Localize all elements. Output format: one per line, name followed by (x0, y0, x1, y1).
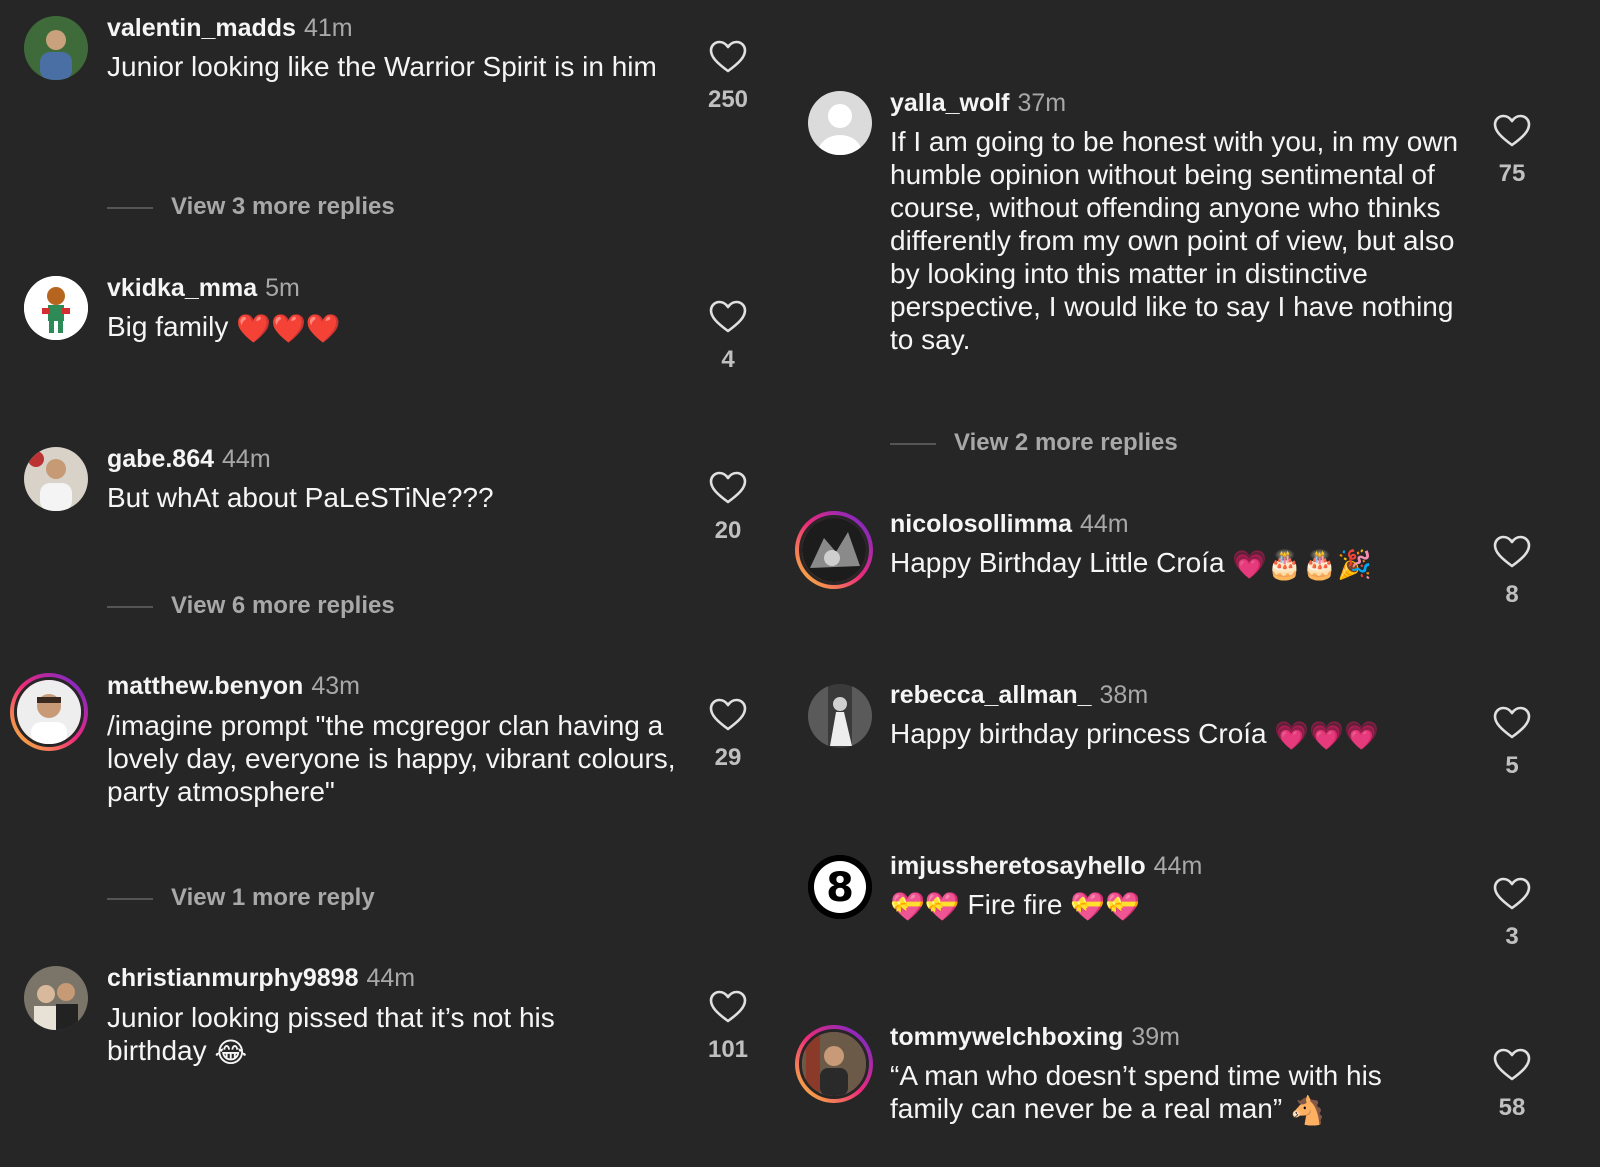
comment-text: If I am going to be honest with you, in … (890, 126, 1459, 355)
emoji-red-hearts: ❤️❤️❤️ (236, 313, 341, 345)
avatar[interactable] (24, 447, 88, 511)
like-count: 58 (1498, 1094, 1526, 1121)
like-button[interactable]: 20 (698, 471, 758, 545)
heart-outline-icon[interactable] (1493, 877, 1531, 911)
emoji-gift-hearts: 💝💝 (890, 891, 960, 923)
svg-text:8: 8 (826, 865, 854, 911)
heart-outline-icon[interactable] (709, 990, 747, 1024)
like-count: 3 (1505, 923, 1519, 950)
like-count: 101 (707, 1036, 749, 1063)
comment-time: 38m (1099, 681, 1149, 709)
like-button[interactable]: 8 (1482, 535, 1542, 609)
view-replies-label: View 3 more replies (171, 193, 395, 220)
like-count: 75 (1498, 160, 1526, 187)
comment-time: 44m (1079, 510, 1129, 538)
replies-divider (107, 897, 153, 900)
like-button[interactable]: 75 (1482, 114, 1542, 188)
username[interactable]: nicolosollimma (890, 510, 1072, 538)
comment-time: 37m (1017, 89, 1067, 117)
comment-text: /imagine prompt "the mcgregor clan havin… (107, 710, 676, 807)
comment-time: 44m (222, 445, 271, 473)
view-replies-button[interactable]: View 3 more replies (107, 193, 395, 221)
emoji-pink-hearts: 💗💗💗 (1274, 720, 1379, 752)
username[interactable]: rebecca_allman_ (890, 681, 1092, 709)
username[interactable]: vkidka_mma (107, 274, 257, 302)
username[interactable]: christianmurphy9898 (107, 964, 359, 992)
heart-outline-icon[interactable] (709, 698, 747, 732)
heart-outline-icon[interactable] (709, 40, 747, 74)
like-count: 29 (714, 744, 742, 771)
comment-text: Happy birthday princess Croía (890, 718, 1267, 749)
username[interactable]: imjussheretosayhello (890, 852, 1146, 880)
like-count: 250 (707, 86, 749, 113)
replies-divider (107, 605, 153, 608)
username[interactable]: tommywelchboxing (890, 1023, 1123, 1051)
like-button[interactable]: 29 (698, 698, 758, 772)
view-replies-button[interactable]: View 2 more replies (890, 429, 1178, 457)
username[interactable]: valentin_madds (107, 14, 296, 42)
like-button[interactable]: 58 (1482, 1048, 1542, 1122)
comment-text: Junior looking pissed that it’s not his … (107, 1002, 555, 1066)
comment-text: Junior looking like the Warrior Spirit i… (107, 51, 657, 82)
avatar-story-ring[interactable] (10, 673, 88, 751)
avatar-story-ring[interactable] (795, 1025, 873, 1103)
view-replies-label: View 6 more replies (171, 592, 395, 619)
avatar-story-ring[interactable] (795, 511, 873, 589)
comment-time: 44m (1153, 852, 1203, 880)
comment-time: 41m (303, 14, 353, 42)
comment-time: 44m (366, 964, 416, 992)
view-replies-label: View 1 more reply (171, 884, 375, 911)
heart-outline-icon[interactable] (709, 471, 747, 505)
comment-time: 43m (311, 672, 360, 700)
replies-divider (107, 206, 153, 209)
like-count: 8 (1505, 581, 1519, 608)
comment-text: But whAt about PaLeSTiNe??? (107, 482, 494, 513)
like-button[interactable]: 3 (1482, 877, 1542, 951)
emoji-heart-cake-party: 💗🎂🎂🎉 (1232, 549, 1372, 581)
like-button[interactable]: 101 (698, 990, 758, 1064)
comment-text: Big family (107, 311, 229, 342)
emoji-laughing: 😂 (214, 1037, 248, 1069)
avatar-default[interactable] (808, 91, 872, 155)
like-count: 20 (714, 517, 742, 544)
heart-outline-icon[interactable] (1493, 706, 1531, 740)
comment-time: 39m (1131, 1023, 1181, 1051)
view-replies-label: View 2 more replies (954, 429, 1178, 456)
comment-text: Fire fire (967, 889, 1063, 920)
emoji-horse: 🐴 (1289, 1095, 1325, 1127)
avatar-eight-ball[interactable]: 8 (808, 855, 872, 919)
avatar[interactable] (808, 684, 872, 748)
username[interactable]: matthew.benyon (107, 672, 303, 700)
avatar[interactable] (24, 966, 88, 1030)
like-button[interactable]: 4 (698, 300, 758, 374)
replies-divider (890, 442, 936, 445)
avatar[interactable] (24, 16, 88, 80)
heart-outline-icon[interactable] (1493, 1048, 1531, 1082)
view-replies-button[interactable]: View 6 more replies (107, 592, 395, 620)
like-count: 5 (1505, 752, 1519, 779)
emoji-gift-hearts: 💝💝 (1070, 891, 1140, 923)
like-button[interactable]: 250 (698, 40, 758, 114)
like-count: 4 (721, 346, 735, 373)
comment-text: Happy Birthday Little Croía (890, 547, 1225, 578)
heart-outline-icon[interactable] (1493, 535, 1531, 569)
like-button[interactable]: 5 (1482, 706, 1542, 780)
heart-outline-icon[interactable] (709, 300, 747, 334)
view-replies-button[interactable]: View 1 more reply (107, 884, 375, 912)
comment-time: 5m (265, 274, 300, 302)
username[interactable]: gabe.864 (107, 445, 214, 473)
username[interactable]: yalla_wolf (890, 89, 1010, 117)
heart-outline-icon[interactable] (1493, 114, 1531, 148)
avatar[interactable] (24, 276, 88, 340)
